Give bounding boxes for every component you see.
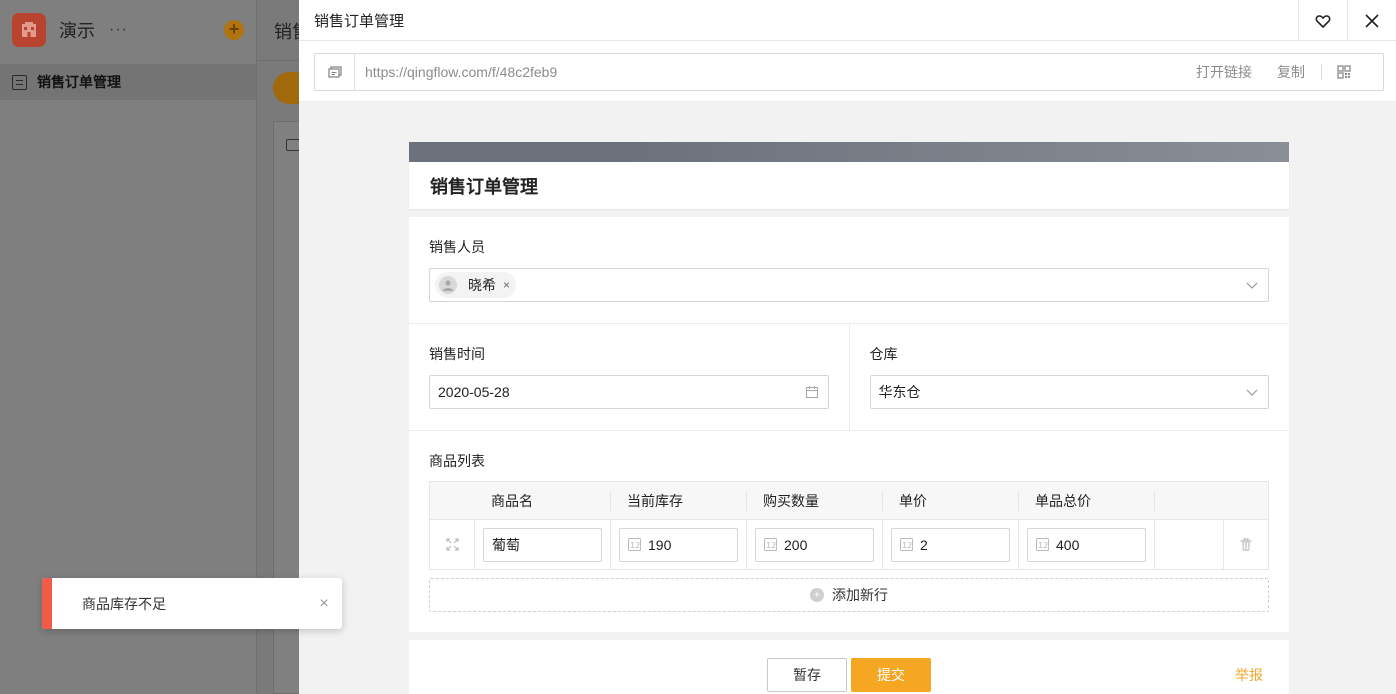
form-icon (12, 74, 27, 90)
form-footer: 暂存 提交 举报 (409, 640, 1289, 694)
remove-member-icon[interactable]: × (503, 278, 510, 292)
member-select[interactable]: 晓希 × (429, 268, 1269, 302)
card-icon (286, 139, 300, 151)
close-icon (1365, 13, 1379, 28)
date-input[interactable]: 2020-05-28 (429, 375, 829, 409)
form-title: 销售订单管理 (409, 162, 1289, 209)
add-row-button[interactable]: + 添加新行 (429, 578, 1269, 612)
product-table: 商品名 当前库存 购买数量 单价 单品总价 葡萄 12 190 12 200 1… (429, 481, 1269, 570)
favorite-button[interactable] (1298, 0, 1347, 41)
close-button[interactable] (1347, 0, 1396, 41)
submit-button[interactable]: 提交 (851, 658, 931, 692)
number-icon: 12 (900, 538, 913, 551)
cell: 12 190 (611, 520, 747, 569)
save-draft-button[interactable]: 暂存 (767, 658, 847, 692)
quantity-input[interactable]: 12 200 (755, 527, 874, 562)
add-icon[interactable]: + (224, 20, 244, 40)
number-icon: 12 (628, 538, 641, 551)
field-label: 商品列表 (429, 453, 485, 469)
expand-row-button[interactable] (430, 520, 475, 569)
total-value: 400 (1056, 536, 1080, 553)
price-value: 2 (920, 536, 928, 553)
sidebar-item-label: 销售订单管理 (37, 74, 121, 90)
app-logo-icon[interactable] (12, 13, 46, 47)
calendar-icon (805, 386, 818, 399)
field-row: 销售人员 晓希 × (409, 217, 1289, 324)
total-input[interactable]: 12 400 (1027, 527, 1146, 562)
product-name: 葡萄 (492, 536, 520, 553)
cell (1155, 520, 1224, 569)
link-icon (315, 54, 355, 90)
table-row: 葡萄 12 190 12 200 12 2 12 400 (430, 520, 1268, 570)
stock-value: 190 (648, 536, 672, 553)
sale-time-field: 销售时间 2020-05-28 (409, 324, 849, 430)
drawer-header: 销售订单管理 (299, 0, 1396, 41)
form-banner (409, 142, 1289, 162)
drawer-title: 销售订单管理 (314, 12, 405, 30)
app-name: 演示 (59, 21, 95, 41)
svg-text:12: 12 (766, 541, 776, 550)
header-cell: 单价 (883, 490, 1019, 511)
form-body: 销售人员 晓希 × 销售时间 2020-05-28 仓库 华东仓 商品列表 商品… (409, 217, 1289, 632)
field-label: 销售时间 (429, 346, 485, 362)
header-cell: 当前库存 (611, 490, 747, 511)
number-icon: 12 (764, 538, 777, 551)
toast-accent-bar (42, 578, 52, 629)
add-row-label: 添加新行 (832, 587, 888, 603)
avatar (439, 276, 457, 294)
heart-icon (1315, 14, 1331, 28)
svg-text:12: 12 (630, 541, 640, 550)
trash-icon (1240, 537, 1252, 551)
toast-close-icon[interactable]: × (306, 595, 342, 613)
chevron-down-icon (1246, 389, 1258, 396)
product-list-field: 商品列表 商品名 当前库存 购买数量 单价 单品总价 葡萄 12 190 12 … (409, 431, 1289, 632)
field-label: 仓库 (869, 346, 898, 362)
price-input[interactable]: 12 2 (891, 527, 1010, 562)
product-name-input[interactable]: 葡萄 (483, 527, 602, 562)
delete-row-button[interactable] (1224, 520, 1268, 569)
warehouse-select[interactable]: 华东仓 (869, 375, 1269, 409)
date-value: 2020-05-28 (438, 384, 510, 400)
cell: 12 2 (883, 520, 1019, 569)
sidebar-item-sales-order[interactable]: 销售订单管理 (0, 64, 256, 100)
app-header: 演示 ··· + (0, 0, 256, 60)
app-more-icon[interactable]: ··· (109, 21, 128, 39)
cell: 12 200 (747, 520, 883, 569)
chevron-down-icon (1246, 282, 1258, 289)
form-card: 销售订单管理 销售人员 晓希 × 销售时间 2020-05-28 仓库 华东仓 … (409, 142, 1289, 694)
expand-icon (445, 538, 459, 551)
table-header: 商品名 当前库存 购买数量 单价 单品总价 (430, 482, 1268, 520)
share-url[interactable]: https://qingflow.com/f/48c2feb9 (365, 64, 1196, 80)
svg-text:12: 12 (1038, 541, 1048, 550)
warehouse-field: 仓库 华东仓 (848, 324, 1290, 430)
field-row: 销售时间 2020-05-28 仓库 华东仓 (409, 324, 1289, 431)
header-cell: 商品名 (475, 490, 611, 511)
warehouse-value: 华东仓 (878, 384, 921, 400)
number-icon: 12 (1036, 538, 1049, 551)
member-name: 晓希 (468, 277, 496, 293)
user-icon (443, 280, 453, 291)
field-label: 销售人员 (429, 239, 485, 255)
form-drawer: 销售订单管理 https://qingflow.com/f/48c2feb9 打… (299, 0, 1396, 694)
qrcode-icon[interactable] (1337, 65, 1351, 79)
copy-link-button[interactable]: 复制 (1277, 62, 1305, 82)
toast-message: 商品库存不足 (82, 595, 166, 612)
plus-circle-icon: + (810, 588, 824, 602)
share-link-bar: https://qingflow.com/f/48c2feb9 打开链接 复制 (314, 53, 1384, 91)
cell: 12 400 (1019, 520, 1155, 569)
report-link[interactable]: 举报 (1235, 665, 1263, 685)
stock-input[interactable]: 12 190 (619, 527, 738, 562)
svg-text:12: 12 (902, 541, 912, 550)
cell: 葡萄 (475, 520, 611, 569)
open-link-button[interactable]: 打开链接 (1196, 62, 1252, 82)
salesperson-field: 销售人员 晓希 × (409, 217, 1289, 323)
quantity-value: 200 (784, 536, 808, 553)
header-cell: 购买数量 (747, 490, 883, 511)
member-tag: 晓希 × (435, 272, 517, 298)
error-toast: 商品库存不足 × (42, 578, 342, 629)
header-cell: 单品总价 (1019, 490, 1155, 511)
share-link-section: https://qingflow.com/f/48c2feb9 打开链接 复制 (299, 41, 1396, 102)
divider (1321, 64, 1322, 80)
